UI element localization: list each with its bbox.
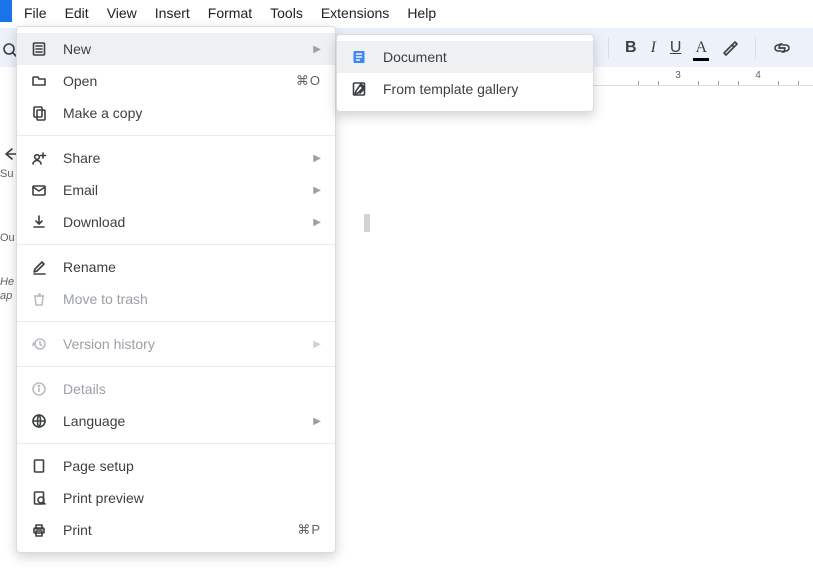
globe-icon [29, 413, 49, 429]
menu-separator [17, 366, 335, 367]
menu-help[interactable]: Help [399, 1, 444, 25]
italic-button[interactable]: I [651, 39, 656, 57]
submenu-caret-icon: ▶ [313, 416, 321, 427]
document-icon [29, 41, 49, 57]
submenu-caret-icon: ▶ [313, 44, 321, 55]
menu-separator [17, 443, 335, 444]
menu-tools[interactable]: Tools [262, 1, 311, 25]
menu-item-label: Download [63, 214, 299, 230]
bold-button[interactable]: B [625, 39, 637, 57]
menu-item-email[interactable]: Email ▶ [17, 174, 335, 206]
history-icon [29, 336, 49, 352]
share-icon [29, 150, 49, 166]
sidebar-hint-line1: He [0, 276, 14, 288]
menu-item-label: Document [383, 49, 579, 65]
submenu-caret-icon: ▶ [313, 153, 321, 164]
submenu-caret-icon: ▶ [313, 339, 321, 350]
copy-icon [29, 105, 49, 121]
menu-item-label: New [63, 41, 299, 57]
rename-icon [29, 259, 49, 275]
menu-item-version-history: Version history ▶ [17, 328, 335, 360]
menubar: File Edit View Insert Format Tools Exten… [12, 0, 448, 26]
sidebar-outline-label: Ou [0, 232, 15, 244]
print-icon [29, 522, 49, 538]
menu-item-open[interactable]: Open ⌘O [17, 65, 335, 97]
menu-insert[interactable]: Insert [147, 1, 198, 25]
page-setup-icon [29, 458, 49, 474]
menu-item-page-setup[interactable]: Page setup [17, 450, 335, 482]
menu-item-shortcut: ⌘P [297, 522, 321, 538]
menu-item-shortcut: ⌘O [296, 73, 321, 89]
template-icon [349, 81, 369, 97]
docs-icon [349, 49, 369, 65]
submenu-caret-icon: ▶ [313, 185, 321, 196]
submenu-caret-icon: ▶ [313, 217, 321, 228]
menu-separator [17, 244, 335, 245]
text-cursor [364, 214, 370, 232]
menu-item-label: Email [63, 182, 299, 198]
menu-item-label: Make a copy [63, 105, 321, 121]
menu-format[interactable]: Format [200, 1, 260, 25]
menu-item-make-copy[interactable]: Make a copy [17, 97, 335, 129]
menu-item-label: Language [63, 413, 299, 429]
menu-item-details: Details [17, 373, 335, 405]
app-corner [0, 0, 12, 22]
toolbar-separator [608, 37, 609, 59]
insert-link-button[interactable] [772, 38, 792, 58]
document-canvas[interactable] [258, 86, 813, 580]
menu-item-label: Print [63, 522, 283, 538]
menu-item-label: Share [63, 150, 299, 166]
menu-item-download[interactable]: Download ▶ [17, 206, 335, 238]
menu-item-label: Open [63, 73, 282, 89]
sidebar-summary-label: Su [0, 168, 13, 180]
download-icon [29, 214, 49, 230]
new-submenu: Document From template gallery [336, 34, 594, 112]
menu-item-label: Move to trash [63, 291, 321, 307]
menu-item-print[interactable]: Print ⌘P [17, 514, 335, 546]
menu-item-language[interactable]: Language ▶ [17, 405, 335, 437]
underline-button[interactable]: U [670, 39, 682, 57]
ruler-mark: 3 [675, 70, 681, 81]
menu-view[interactable]: View [99, 1, 145, 25]
menu-extensions[interactable]: Extensions [313, 1, 397, 25]
trash-icon [29, 291, 49, 307]
menu-separator [17, 135, 335, 136]
highlight-button[interactable] [721, 39, 739, 57]
menu-item-label: Rename [63, 259, 321, 275]
menu-item-label: Page setup [63, 458, 321, 474]
menu-file[interactable]: File [16, 1, 55, 25]
file-dropdown: New ▶ Open ⌘O Make a copy Share ▶ Email … [16, 26, 336, 553]
menu-item-label: From template gallery [383, 81, 579, 97]
info-icon [29, 381, 49, 397]
highlighter-icon [721, 39, 739, 57]
ruler-mark: 4 [755, 70, 761, 81]
sidebar-hint-line2: ap [0, 290, 12, 302]
menu-item-label: Details [63, 381, 321, 397]
print-preview-icon [29, 490, 49, 506]
submenu-item-from-template[interactable]: From template gallery [337, 73, 593, 105]
menu-item-rename[interactable]: Rename [17, 251, 335, 283]
menu-item-move-to-trash: Move to trash [17, 283, 335, 315]
menu-separator [17, 321, 335, 322]
folder-icon [29, 73, 49, 89]
menu-item-share[interactable]: Share ▶ [17, 142, 335, 174]
toolbar-separator [755, 37, 756, 59]
submenu-item-document[interactable]: Document [337, 41, 593, 73]
menu-item-new[interactable]: New ▶ [17, 33, 335, 65]
menu-item-label: Print preview [63, 490, 321, 506]
text-color-button[interactable]: A [695, 40, 707, 56]
menu-edit[interactable]: Edit [57, 1, 97, 25]
email-icon [29, 182, 49, 198]
menu-item-label: Version history [63, 336, 299, 352]
menu-item-print-preview[interactable]: Print preview [17, 482, 335, 514]
link-icon [772, 38, 792, 58]
